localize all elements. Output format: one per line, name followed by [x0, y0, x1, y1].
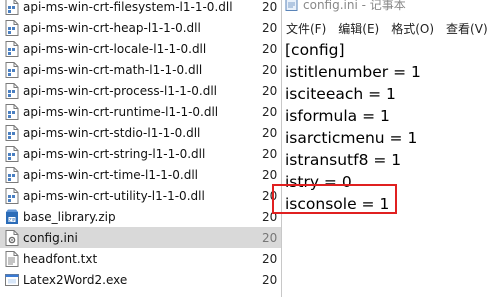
dll-file-icon [5, 0, 19, 15]
screen: api-ms-win-crt-filesystem-l1-1-0.dll 20 … [0, 0, 500, 297]
text-editor[interactable]: [config] istitlenumber = 1 isciteeach = … [285, 39, 499, 297]
file-row[interactable]: api-ms-win-crt-stdio-l1-1-0.dll 20 [0, 122, 282, 143]
ini-file-icon [5, 229, 19, 246]
editor-line: isciteeach = 1 [285, 85, 396, 103]
exe-file-icon [5, 273, 19, 286]
file-date: 20 [262, 209, 278, 224]
menu-view[interactable]: 查看(V) [446, 20, 488, 37]
file-date: 20 [262, 20, 278, 35]
file-explorer-list: api-ms-win-crt-filesystem-l1-1-0.dll 20 … [0, 0, 282, 297]
file-date: 20 [262, 62, 278, 77]
file-row[interactable]: ZIP base_library.zip 20 [0, 206, 282, 227]
file-row[interactable]: api-ms-win-crt-runtime-l1-1-0.dll 20 [0, 101, 282, 122]
file-date: 20 [262, 146, 278, 161]
file-date: 20 [262, 272, 278, 287]
dll-file-icon [5, 145, 19, 162]
dll-file-icon [5, 124, 19, 141]
file-name: api-ms-win-crt-filesystem-l1-1-0.dll [23, 0, 233, 14]
file-date: 20 [262, 104, 278, 119]
file-row[interactable]: Latex2Word2.exe 20 [0, 269, 282, 290]
dll-file-icon [5, 166, 19, 183]
file-name: headfont.txt [23, 251, 98, 266]
menu-format[interactable]: 格式(O) [391, 20, 434, 37]
editor-line: [config] [285, 41, 345, 59]
dll-file-icon [5, 103, 19, 120]
editor-line: istry = 0 [285, 173, 352, 191]
file-name: api-ms-win-crt-utility-l1-1-0.dll [23, 188, 205, 203]
file-row[interactable]: api-ms-win-crt-string-l1-1-0.dll 20 [0, 143, 282, 164]
file-row[interactable]: api-ms-win-crt-math-l1-1-0.dll 20 [0, 59, 282, 80]
dll-file-icon [5, 187, 19, 204]
file-name: api-ms-win-crt-process-l1-1-0.dll [23, 83, 217, 98]
file-row-selected[interactable]: config.ini 20 [0, 227, 282, 248]
file-name: api-ms-win-crt-locale-l1-1-0.dll [23, 41, 207, 56]
dll-file-icon [5, 19, 19, 36]
notepad-icon [285, 0, 298, 11]
file-name: api-ms-win-crt-math-l1-1-0.dll [23, 62, 203, 77]
file-row[interactable]: api-ms-win-crt-heap-l1-1-0.dll 20 [0, 17, 282, 38]
menu-edit[interactable]: 编辑(E) [338, 20, 379, 37]
file-date: 20 [262, 251, 278, 266]
menu-file[interactable]: 文件(F) [286, 20, 326, 37]
file-name: api-ms-win-crt-stdio-l1-1-0.dll [23, 125, 201, 140]
file-date: 20 [262, 0, 278, 14]
file-row[interactable]: api-ms-win-crt-utility-l1-1-0.dll 20 [0, 185, 282, 206]
editor-line: istitlenumber = 1 [285, 63, 421, 81]
dll-file-icon [5, 82, 19, 99]
file-row[interactable]: api-ms-win-crt-time-l1-1-0.dll 20 [0, 164, 282, 185]
dll-file-icon [5, 40, 19, 57]
file-name: api-ms-win-crt-time-l1-1-0.dll [23, 167, 198, 182]
file-date: 20 [262, 167, 278, 182]
editor-line: isformula = 1 [285, 107, 390, 125]
file-date: 20 [262, 83, 278, 98]
file-date: 20 [262, 230, 278, 245]
file-name: base_library.zip [23, 209, 116, 224]
file-name: api-ms-win-crt-runtime-l1-1-0.dll [23, 104, 219, 119]
file-row[interactable]: api-ms-win-crt-filesystem-l1-1-0.dll 20 [0, 0, 282, 17]
text-file-icon [5, 250, 19, 267]
svg-text:ZIP: ZIP [9, 217, 16, 222]
file-date: 20 [262, 188, 278, 203]
editor-line: istransutf8 = 1 [285, 151, 402, 169]
file-name: Latex2Word2.exe [23, 272, 128, 287]
window-title: config.ini - 记事本 [303, 0, 406, 12]
menu-bar: 文件(F) 编辑(E) 格式(O) 查看(V) [282, 17, 500, 39]
zip-file-icon: ZIP [6, 209, 18, 224]
file-row[interactable]: api-ms-win-crt-locale-l1-1-0.dll 20 [0, 38, 282, 59]
notepad-window: config.ini - 记事本 文件(F) 编辑(E) 格式(O) 查看(V)… [281, 0, 500, 297]
file-name: api-ms-win-crt-string-l1-1-0.dll [23, 146, 206, 161]
file-row[interactable]: headfont.txt 20 [0, 248, 282, 269]
dll-file-icon [5, 61, 19, 78]
file-date: 20 [262, 41, 278, 56]
file-name: api-ms-win-crt-heap-l1-1-0.dll [23, 20, 201, 35]
file-row[interactable]: api-ms-win-crt-process-l1-1-0.dll 20 [0, 80, 282, 101]
title-bar[interactable]: config.ini - 记事本 [282, 0, 500, 14]
file-name: config.ini [23, 230, 78, 245]
editor-line-isconsole: isconsole = 1 [285, 195, 390, 213]
file-date: 20 [262, 125, 278, 140]
editor-line: isarcticmenu = 1 [285, 129, 418, 147]
